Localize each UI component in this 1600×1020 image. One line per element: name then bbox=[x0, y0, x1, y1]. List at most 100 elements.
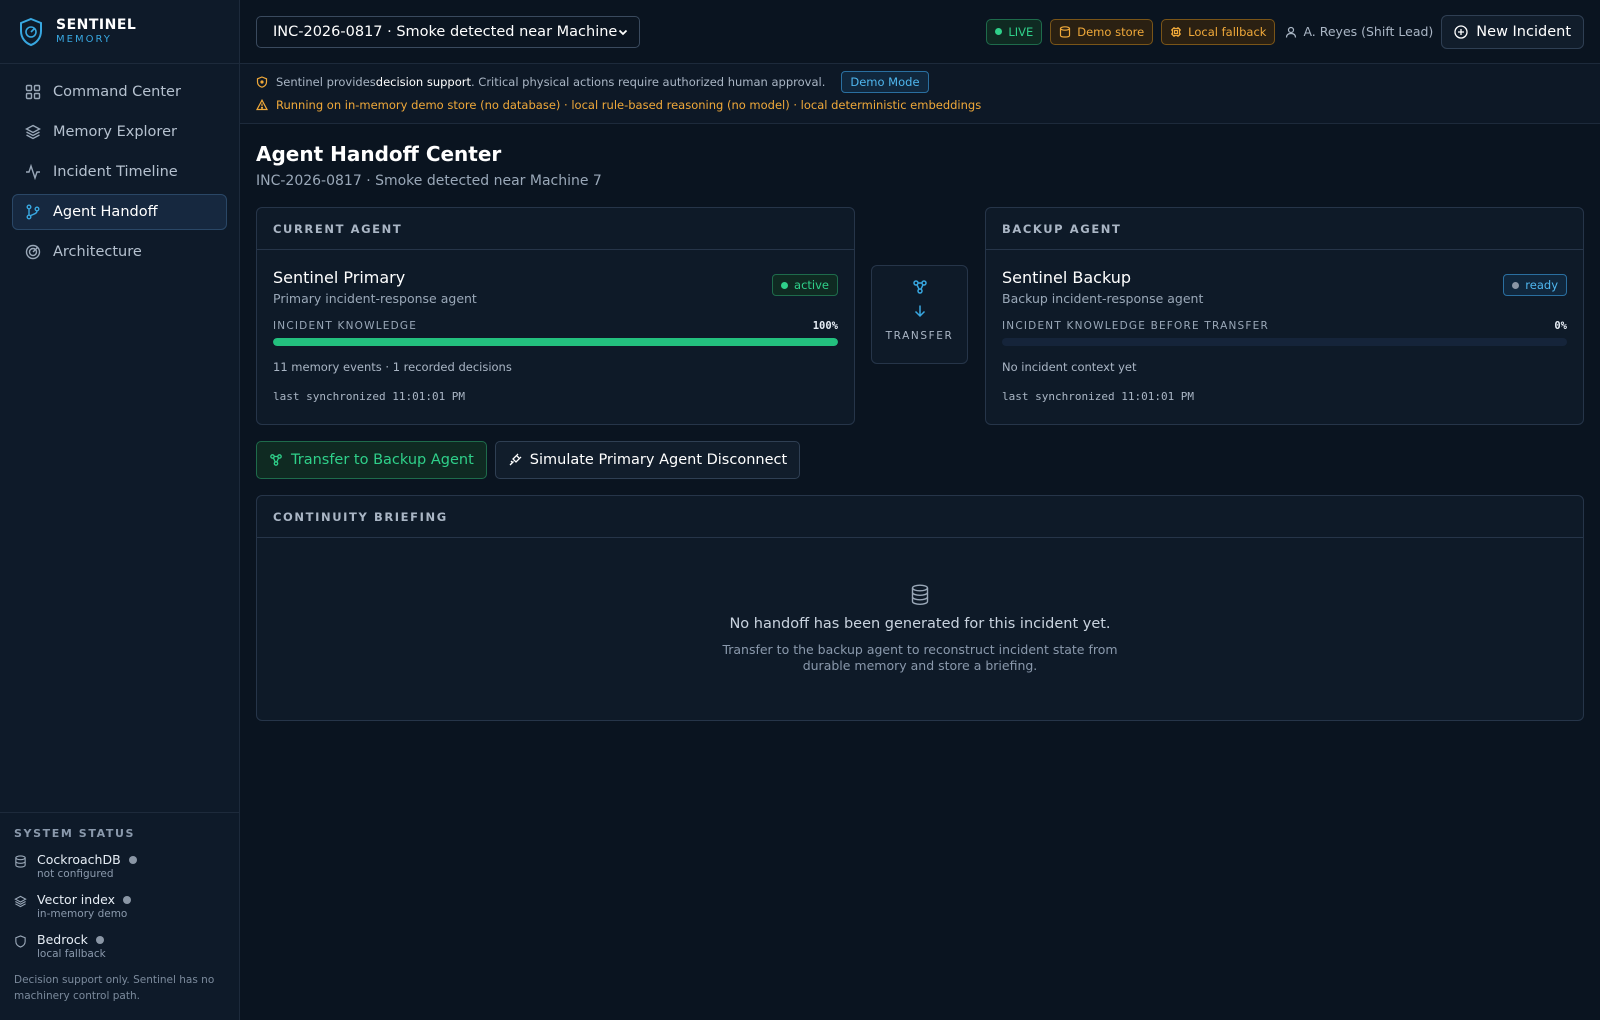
chip-icon bbox=[1171, 26, 1182, 37]
current-agent-name: Sentinel Primary bbox=[273, 268, 406, 287]
demo-mode-badge: Demo Mode bbox=[841, 71, 929, 93]
new-incident-label: New Incident bbox=[1476, 23, 1571, 40]
page-subtitle: INC-2026-0817 · Smoke detected near Mach… bbox=[256, 173, 602, 189]
incident-select[interactable]: INC-2026-0817 · Smoke detected near Mach… bbox=[256, 15, 640, 48]
local-fallback-label: Local fallback bbox=[1188, 24, 1267, 39]
status-row-bedrock: Bedrock local fallback bbox=[14, 932, 225, 960]
last-synchronized: last synchronized 11:01:01 PM bbox=[1002, 390, 1195, 403]
transfer-button-label: Transfer to Backup Agent bbox=[291, 452, 474, 468]
chevron-down-icon bbox=[618, 29, 628, 35]
incident-select-value: INC-2026-0817 · Smoke detected near Mach… bbox=[273, 23, 618, 40]
demo-warning: Running on in-memory demo store (no data… bbox=[256, 94, 1600, 116]
notice-text-bold: decision support bbox=[375, 75, 471, 89]
git-branch-icon bbox=[26, 204, 40, 220]
backup-agent-heading: BACKUP AGENT bbox=[986, 208, 1583, 250]
topbar: INC-2026-0817 · Smoke detected near Mach… bbox=[240, 0, 1600, 64]
layers-icon bbox=[25, 124, 41, 140]
sidebar-nav: Command Center Memory Explorer Incident … bbox=[0, 64, 239, 284]
status-state: local fallback bbox=[37, 948, 106, 960]
status-row-cockroachdb: CockroachDB not configured bbox=[14, 852, 225, 880]
sidebar-item-label: Memory Explorer bbox=[53, 124, 177, 140]
continuity-briefing-heading: CONTINUITY BRIEFING bbox=[257, 496, 1583, 538]
sidebar: SENTINEL MEMORY Command Center Memory Ex… bbox=[0, 0, 240, 1020]
current-agent-card: CURRENT AGENT Sentinel Primary Primary i… bbox=[256, 207, 855, 425]
shield-logo-icon bbox=[20, 17, 42, 46]
status-label: active bbox=[794, 278, 829, 292]
plus-circle-icon bbox=[1454, 24, 1468, 39]
status-badge-active: active bbox=[772, 274, 838, 296]
user-icon bbox=[1286, 26, 1297, 38]
knowledge-percent: 0% bbox=[1554, 320, 1567, 332]
status-dot bbox=[123, 895, 132, 904]
demo-store-badge: Demo store bbox=[1050, 18, 1154, 45]
shield-icon bbox=[256, 76, 268, 88]
sidebar-item-agent-handoff[interactable]: Agent Handoff bbox=[12, 194, 227, 230]
briefing-empty-title: No handoff has been generated for this i… bbox=[729, 616, 1111, 632]
system-status: SYSTEM STATUS CockroachDB not configured… bbox=[0, 812, 239, 1020]
radar-icon bbox=[25, 244, 41, 260]
live-badge: LIVE bbox=[986, 18, 1043, 45]
workflow-icon bbox=[912, 280, 927, 294]
knowledge-progress-bar bbox=[1002, 338, 1567, 346]
demo-warning-text: Running on in-memory demo store (no data… bbox=[276, 98, 982, 112]
database-icon bbox=[911, 584, 929, 606]
page-title: Agent Handoff Center bbox=[256, 142, 502, 166]
backup-agent-card: BACKUP AGENT Sentinel Backup Backup inci… bbox=[985, 207, 1584, 425]
briefing-empty-text: Transfer to the backup agent to reconstr… bbox=[722, 642, 1118, 673]
sidebar-item-label: Architecture bbox=[53, 244, 142, 260]
grid-icon bbox=[25, 84, 41, 100]
workflow-icon bbox=[270, 454, 282, 466]
arrow-down-icon bbox=[914, 305, 925, 318]
system-note: Decision support only. Sentinel has no m… bbox=[14, 974, 215, 1002]
live-label: LIVE bbox=[1008, 24, 1034, 39]
sidebar-item-command-center[interactable]: Command Center bbox=[12, 74, 227, 110]
status-state: in-memory demo bbox=[37, 908, 128, 920]
simulate-button-label: Simulate Primary Agent Disconnect bbox=[529, 452, 788, 468]
main-content: Agent Handoff Center INC-2026-0817 · Smo… bbox=[256, 124, 1584, 721]
activity-icon bbox=[26, 164, 40, 180]
transfer-indicator: TRANSFER bbox=[871, 265, 968, 364]
status-dot bbox=[95, 935, 104, 944]
live-dot bbox=[995, 28, 1003, 35]
status-label: ready bbox=[1525, 278, 1558, 292]
layers-icon bbox=[14, 895, 27, 908]
backup-agent-name: Sentinel Backup bbox=[1002, 268, 1132, 287]
current-agent-desc: Primary incident-response agent bbox=[273, 291, 477, 306]
brand: SENTINEL MEMORY bbox=[0, 0, 239, 64]
current-agent-heading: CURRENT AGENT bbox=[257, 208, 854, 250]
transfer-to-backup-button[interactable]: Transfer to Backup Agent bbox=[256, 441, 487, 479]
notice-text-pre: Sentinel provides bbox=[276, 75, 376, 89]
knowledge-label: INCIDENT KNOWLEDGE bbox=[273, 320, 418, 332]
notice-text-post: . Critical physical actions require auth… bbox=[470, 75, 826, 89]
sidebar-item-memory-explorer[interactable]: Memory Explorer bbox=[12, 114, 227, 150]
brand-subtitle: MEMORY bbox=[56, 34, 112, 45]
local-fallback-badge: Local fallback bbox=[1161, 18, 1276, 45]
status-name: CockroachDB bbox=[37, 852, 121, 867]
status-state: not configured bbox=[37, 868, 114, 880]
backup-agent-desc: Backup incident-response agent bbox=[1002, 291, 1204, 306]
status-row-vector-index: Vector index in-memory demo bbox=[14, 892, 225, 920]
status-name: Bedrock bbox=[37, 932, 88, 947]
memory-events: No incident context yet bbox=[1002, 360, 1137, 374]
new-incident-button[interactable]: New Incident bbox=[1441, 14, 1584, 49]
simulate-disconnect-button[interactable]: Simulate Primary Agent Disconnect bbox=[494, 441, 801, 479]
memory-events: 11 memory events · 1 recorded decisions bbox=[273, 360, 512, 374]
sidebar-item-label: Command Center bbox=[53, 84, 181, 100]
database-icon bbox=[15, 855, 26, 868]
unplug-icon bbox=[509, 453, 522, 466]
shield-icon bbox=[15, 935, 26, 948]
status-badge-ready: ready bbox=[1503, 274, 1567, 296]
continuity-briefing-card: CONTINUITY BRIEFING No handoff has been … bbox=[256, 495, 1584, 721]
sidebar-item-architecture[interactable]: Architecture bbox=[12, 234, 227, 270]
knowledge-progress-fill bbox=[273, 338, 838, 346]
status-dot bbox=[781, 281, 789, 289]
status-dot bbox=[1512, 281, 1520, 289]
status-name: Vector index bbox=[37, 892, 116, 907]
system-status-heading: SYSTEM STATUS bbox=[14, 827, 135, 840]
handoff-actions: Transfer to Backup Agent Simulate Primar… bbox=[256, 441, 1584, 479]
topbar-right: LIVE Demo store Local fallback A. Reyes … bbox=[986, 14, 1584, 49]
sidebar-item-incident-timeline[interactable]: Incident Timeline bbox=[12, 154, 227, 190]
knowledge-label: INCIDENT KNOWLEDGE BEFORE TRANSFER bbox=[1002, 320, 1269, 332]
notice-banner: Sentinel provides decision support. Crit… bbox=[240, 64, 1600, 124]
user-name: A. Reyes (Shift Lead) bbox=[1303, 24, 1434, 39]
